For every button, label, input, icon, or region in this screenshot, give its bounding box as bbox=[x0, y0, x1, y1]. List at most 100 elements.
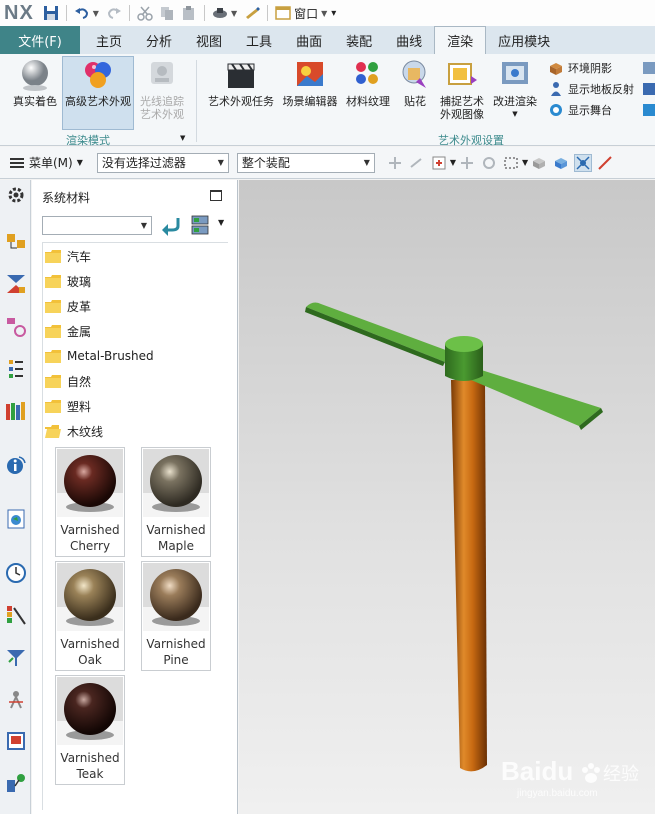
assembly-navigator-icon[interactable] bbox=[5, 232, 27, 254]
web-browser-icon[interactable] bbox=[5, 508, 27, 530]
window-menu[interactable]: 窗口 ▼ ▾ bbox=[294, 5, 336, 22]
selection-scope-select[interactable]: 整个装配 ▼ bbox=[236, 152, 375, 173]
menu-button[interactable]: 菜单(M) ▼ bbox=[0, 154, 91, 171]
graphics-viewport[interactable]: Baidu 经验 jingyan.baidu.com bbox=[239, 180, 655, 814]
material-texture-button[interactable]: 材料纹理 bbox=[342, 58, 394, 108]
chevron-down-icon[interactable]: ▼ bbox=[450, 158, 456, 167]
capture-studio-image-button[interactable]: 捕捉艺术 外观图像 bbox=[436, 58, 488, 121]
touch-mode-dropdown-icon[interactable]: ▼ bbox=[231, 9, 237, 18]
floor-reflection-button[interactable]: 显示地板反射 bbox=[548, 81, 634, 97]
constraint-navigator-icon[interactable] bbox=[5, 273, 27, 295]
folder-glass[interactable]: 玻璃 bbox=[45, 271, 91, 291]
chevron-down-icon: ▼ bbox=[76, 158, 83, 167]
tab-analysis[interactable]: 分析 bbox=[134, 26, 184, 54]
system-materials-icon[interactable] bbox=[5, 604, 27, 626]
improve-render-button[interactable]: 改进渲染 ▼ bbox=[490, 58, 540, 121]
material-caption: Varnished Cherry bbox=[60, 523, 120, 553]
box-select-icon[interactable] bbox=[503, 155, 519, 171]
library-books-icon[interactable] bbox=[5, 400, 27, 422]
folder-wood-grain[interactable]: 木纹线 bbox=[45, 421, 103, 441]
touch-mode-icon[interactable] bbox=[211, 4, 229, 22]
tab-surface[interactable]: 曲面 bbox=[284, 26, 334, 54]
snap-point-icon[interactable] bbox=[387, 155, 403, 171]
undo-icon[interactable] bbox=[73, 4, 91, 22]
menu-label: 菜单(M) bbox=[29, 156, 73, 170]
folder-label: 金属 bbox=[67, 324, 92, 339]
folder-metal[interactable]: 金属 bbox=[45, 321, 91, 341]
tab-render[interactable]: 渲染 bbox=[434, 26, 487, 54]
chevron-down-icon[interactable]: ▼ bbox=[218, 218, 224, 227]
ambient-shadow-button[interactable]: 环境阴影 bbox=[548, 60, 612, 76]
decal-button[interactable]: 贴花 bbox=[396, 58, 434, 108]
gear-icon[interactable] bbox=[5, 184, 27, 206]
move-icon[interactable] bbox=[459, 155, 475, 171]
material-sphere bbox=[143, 563, 209, 631]
tab-tools[interactable]: 工具 bbox=[234, 26, 284, 54]
view-thumbnails-icon[interactable] bbox=[190, 214, 210, 236]
overflow-tool-icon[interactable] bbox=[641, 60, 655, 76]
material-thumb-pine[interactable]: Varnished Pine bbox=[141, 561, 211, 671]
tab-view[interactable]: 视图 bbox=[184, 26, 234, 54]
snap-arrow-icon[interactable] bbox=[409, 155, 425, 171]
material-thumb-oak[interactable]: Varnished Oak bbox=[55, 561, 125, 671]
material-thumb-cherry[interactable]: Varnished Cherry bbox=[55, 447, 125, 557]
group-expand-icon[interactable]: ▼ bbox=[180, 134, 185, 142]
overflow-tool-icon[interactable] bbox=[641, 102, 655, 118]
reuse-library-icon[interactable] bbox=[5, 358, 27, 380]
part-navigator-icon[interactable] bbox=[5, 316, 27, 338]
chevron-down-icon: ▼ bbox=[217, 158, 224, 167]
file-tab[interactable]: 文件(F) bbox=[0, 26, 80, 54]
folder-natural[interactable]: 自然 bbox=[45, 371, 91, 391]
studio-task-button[interactable]: 艺术外观任务 bbox=[206, 58, 276, 108]
process-studio-icon[interactable] bbox=[5, 646, 27, 668]
improve-render-dropdown-icon[interactable]: ▼ bbox=[512, 108, 517, 121]
redo-icon[interactable] bbox=[105, 4, 123, 22]
manufacturing-wizard-icon[interactable] bbox=[5, 688, 27, 710]
customize-icon[interactable]: ▾ bbox=[331, 8, 336, 19]
tab-home[interactable]: 主页 bbox=[80, 26, 134, 54]
material-thumb-maple[interactable]: Varnished Maple bbox=[141, 447, 211, 557]
true-shading-button[interactable]: 真实着色 bbox=[10, 58, 60, 108]
overflow-tool-icon[interactable] bbox=[641, 81, 655, 97]
history-navigator-icon[interactable] bbox=[5, 772, 27, 794]
material-thumb-teak[interactable]: Varnished Teak bbox=[55, 675, 125, 785]
maximize-icon[interactable] bbox=[210, 190, 222, 201]
back-arrow-icon[interactable] bbox=[160, 214, 182, 236]
roles-icon[interactable] bbox=[5, 730, 27, 752]
repeat-command-icon[interactable] bbox=[243, 4, 261, 22]
ray-trace-studio-button[interactable]: 光线追踪 艺术外观 bbox=[136, 58, 188, 121]
advanced-studio-button[interactable]: 高级艺术外观 bbox=[62, 58, 134, 108]
selection-filter-select[interactable]: 没有选择过滤器 ▼ bbox=[96, 152, 229, 173]
cut-icon[interactable] bbox=[136, 4, 154, 22]
save-icon[interactable] bbox=[42, 4, 60, 22]
face-select-icon[interactable] bbox=[553, 155, 569, 171]
undo-dropdown-icon[interactable]: ▼ bbox=[93, 9, 99, 18]
watermark-cn: 经验 bbox=[603, 764, 639, 785]
window-menu-label: 窗口 bbox=[294, 6, 319, 21]
folder-leather[interactable]: 皮革 bbox=[45, 296, 91, 316]
copy-icon[interactable] bbox=[158, 4, 176, 22]
material-sphere bbox=[57, 677, 123, 745]
baidu-watermark: Baidu 经验 jingyan.baidu.com bbox=[499, 750, 649, 803]
material-tree: 汽车 玻璃 皮革 金属 Metal-Brushed 自然 塑料 木纹线 Varn… bbox=[42, 242, 228, 810]
snap-grid-icon[interactable] bbox=[431, 155, 447, 171]
scene-editor-button[interactable]: 场景编辑器 bbox=[280, 58, 340, 108]
line-tool-icon[interactable] bbox=[597, 155, 613, 171]
propeller-model bbox=[305, 302, 603, 772]
material-library-select[interactable]: ▼ bbox=[42, 216, 152, 235]
tab-applications[interactable]: 应用模块 bbox=[486, 26, 562, 54]
info-icon[interactable] bbox=[5, 454, 27, 476]
window-icon[interactable] bbox=[274, 4, 292, 22]
snap-toggle-icon[interactable] bbox=[574, 153, 593, 172]
history-clock-icon[interactable] bbox=[5, 562, 27, 584]
solid-body-icon[interactable] bbox=[531, 155, 547, 171]
folder-plastic[interactable]: 塑料 bbox=[45, 396, 91, 416]
show-stage-button[interactable]: 显示舞台 bbox=[548, 102, 612, 118]
rotate-icon[interactable] bbox=[481, 155, 497, 171]
chevron-down-icon[interactable]: ▼ bbox=[522, 158, 528, 167]
folder-metal-brushed[interactable]: Metal-Brushed bbox=[45, 346, 154, 366]
folder-automotive[interactable]: 汽车 bbox=[45, 246, 91, 266]
tab-assembly[interactable]: 装配 bbox=[334, 26, 384, 54]
paste-icon[interactable] bbox=[180, 4, 198, 22]
tab-curve[interactable]: 曲线 bbox=[384, 26, 434, 54]
